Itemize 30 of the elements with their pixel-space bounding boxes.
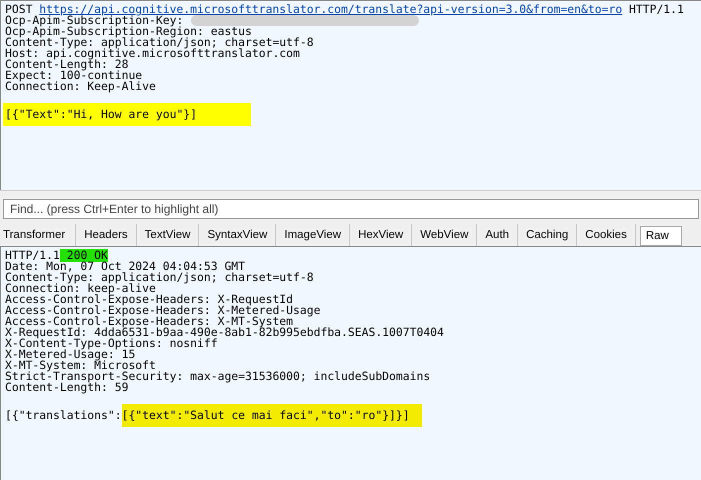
code-text: X-Content-Type-Options: nosniff: [5, 338, 218, 349]
code-text: HTTP/1.1: [629, 4, 684, 15]
header-line: Ocp-Apim-Subscription-Region: eastus: [5, 26, 252, 37]
code-text: HTTP/1.1: [5, 250, 60, 261]
code-text: X-MT-System: Microsoft: [5, 360, 156, 371]
code-text: Access-Control-Expose-Headers: X-RequestId: [5, 294, 294, 305]
tab[interactable]: Raw: [640, 226, 682, 246]
code-text: Connection: keep-alive: [5, 283, 156, 294]
code-text: Content-Type: application/json; charset=utf-8: [5, 272, 314, 283]
code-text: X-RequestId: 4dda6531-b9aa-490e-8ab1-82b995ebdfba.SEAS.1007T0404: [5, 327, 444, 338]
header-line: Host: api.cognitive.microsofttranslator.com: [5, 48, 300, 59]
header-line: Content-Type: application/json; charset=utf-8: [5, 37, 314, 48]
code-text: Strict-Transport-Security: max-age=31536000; includeSubDomains: [5, 371, 430, 382]
highlighted-text: [{"Text":"Hi, How are you"}]: [3, 103, 252, 126]
url-link[interactable]: https://api.cognitive.microsofttranslator.com/translate?api-version=3.0&from=en&to=ro: [39, 4, 622, 15]
header-line: Connection: Keep-Alive: [5, 81, 156, 92]
tab[interactable]: Transformer: [0, 224, 76, 246]
highlighted-text: 200 OK: [60, 249, 108, 262]
header-line: Expect: 100-continue: [5, 70, 142, 81]
highlighted-text: [{"text":"Salut ce mai faci","to":"ro"}]}]: [122, 404, 422, 427]
code-text: POST: [5, 4, 32, 15]
code-text: Date: Mon, 07 Oct 2024 04:04:53 GMT: [5, 261, 246, 272]
code-text: X-Metered-Usage: 15: [5, 349, 136, 360]
header-line: Ocp-Apim-Subscription-Key:: [5, 15, 184, 26]
code-text: [{"translations":: [5, 410, 122, 421]
code-text: Access-Control-Expose-Headers: X-Metered-Usage: [5, 305, 320, 316]
code-text: Content-Length: 59: [5, 382, 128, 393]
find-field[interactable]: Find... (press Ctrl+Enter to highlight all): [3, 199, 699, 219]
code-text: Access-Control-Expose-Headers: X-MT-System: [5, 316, 294, 327]
header-line: Content-Length: 28: [5, 59, 128, 70]
